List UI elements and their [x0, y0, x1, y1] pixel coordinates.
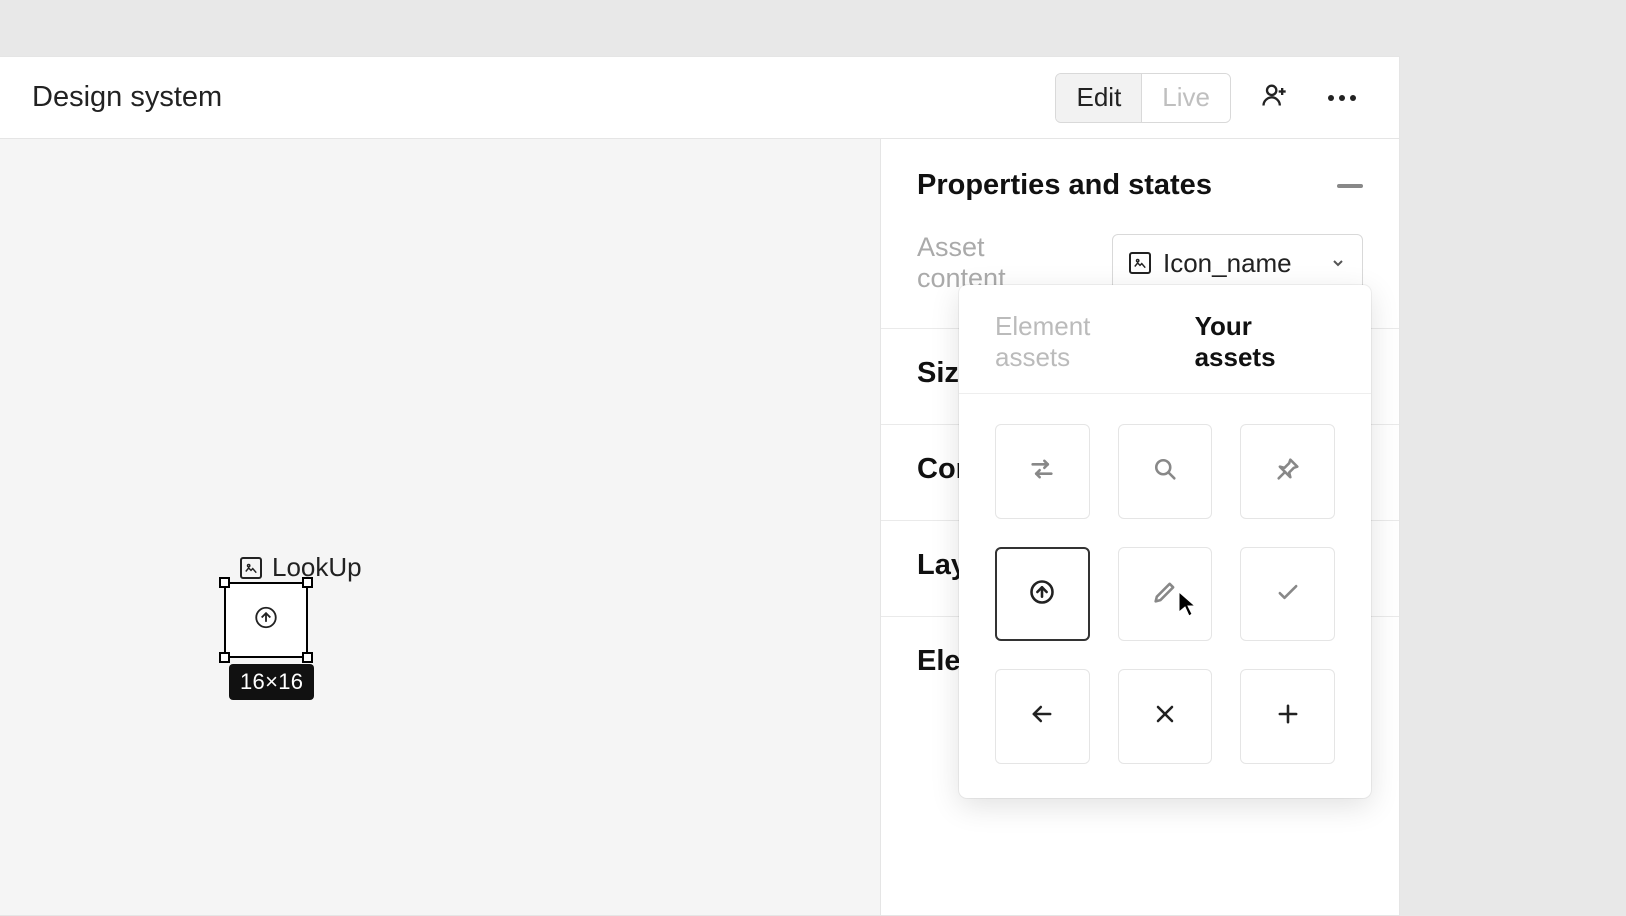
share-button[interactable]	[1249, 73, 1299, 123]
resize-handle-tr[interactable]	[302, 577, 313, 588]
canvas-area[interactable]: LookUp 16×16	[0, 139, 880, 915]
tab-element-assets[interactable]: Element assets	[995, 311, 1167, 373]
properties-panel: Properties and states Asset content Icon…	[880, 139, 1399, 915]
selection-name: LookUp	[272, 552, 362, 583]
size-badge: 16×16	[229, 664, 314, 700]
image-icon	[1129, 252, 1151, 274]
arrow-up-circle-icon	[1028, 578, 1056, 611]
asset-search[interactable]	[1118, 424, 1213, 519]
close-icon	[1151, 700, 1179, 733]
user-plus-icon	[1260, 81, 1288, 114]
asset-close[interactable]	[1118, 669, 1213, 764]
dropdown-value: Icon_name	[1163, 248, 1318, 279]
image-icon	[240, 557, 262, 579]
tab-your-assets[interactable]: Your assets	[1195, 311, 1335, 373]
popover-tabs: Element assets Your assets	[959, 285, 1371, 394]
more-menu-button[interactable]	[1317, 73, 1367, 123]
arrow-left-icon	[1028, 700, 1056, 733]
app-window: Design system Edit Live LookUp	[0, 56, 1400, 916]
pin-icon	[1274, 455, 1302, 488]
asset-dropdown[interactable]: Icon_name	[1112, 234, 1363, 292]
search-icon	[1151, 455, 1179, 488]
asset-edit[interactable]	[1118, 547, 1213, 642]
asset-swap[interactable]	[995, 424, 1090, 519]
resize-handle-bl[interactable]	[219, 652, 230, 663]
asset-popover: Element assets Your assets	[959, 285, 1371, 798]
swap-icon	[1028, 455, 1056, 488]
resize-handle-tl[interactable]	[219, 577, 230, 588]
check-icon	[1274, 578, 1302, 611]
mode-segment: Edit Live	[1055, 73, 1231, 123]
panel-section-title: Properties and states	[917, 169, 1212, 202]
plus-icon	[1274, 700, 1302, 733]
asset-plus[interactable]	[1240, 669, 1335, 764]
asset-check[interactable]	[1240, 547, 1335, 642]
arrow-up-circle-icon	[253, 605, 279, 636]
selection-label: LookUp	[240, 552, 362, 583]
resize-handle-br[interactable]	[302, 652, 313, 663]
edit-mode-button[interactable]: Edit	[1056, 74, 1141, 122]
asset-pin[interactable]	[1240, 424, 1335, 519]
asset-arrow-left[interactable]	[995, 669, 1090, 764]
top-bar: Design system Edit Live	[0, 57, 1399, 139]
live-mode-button[interactable]: Live	[1141, 74, 1230, 122]
collapse-icon[interactable]	[1337, 184, 1363, 188]
panel-section-header[interactable]: Properties and states	[881, 139, 1399, 220]
selected-element[interactable]	[225, 583, 307, 657]
edit-icon	[1151, 578, 1179, 611]
asset-arrow-up-circle[interactable]	[995, 547, 1090, 642]
asset-grid	[959, 394, 1371, 774]
page-title: Design system	[32, 81, 1037, 114]
chevron-down-icon	[1330, 255, 1346, 271]
